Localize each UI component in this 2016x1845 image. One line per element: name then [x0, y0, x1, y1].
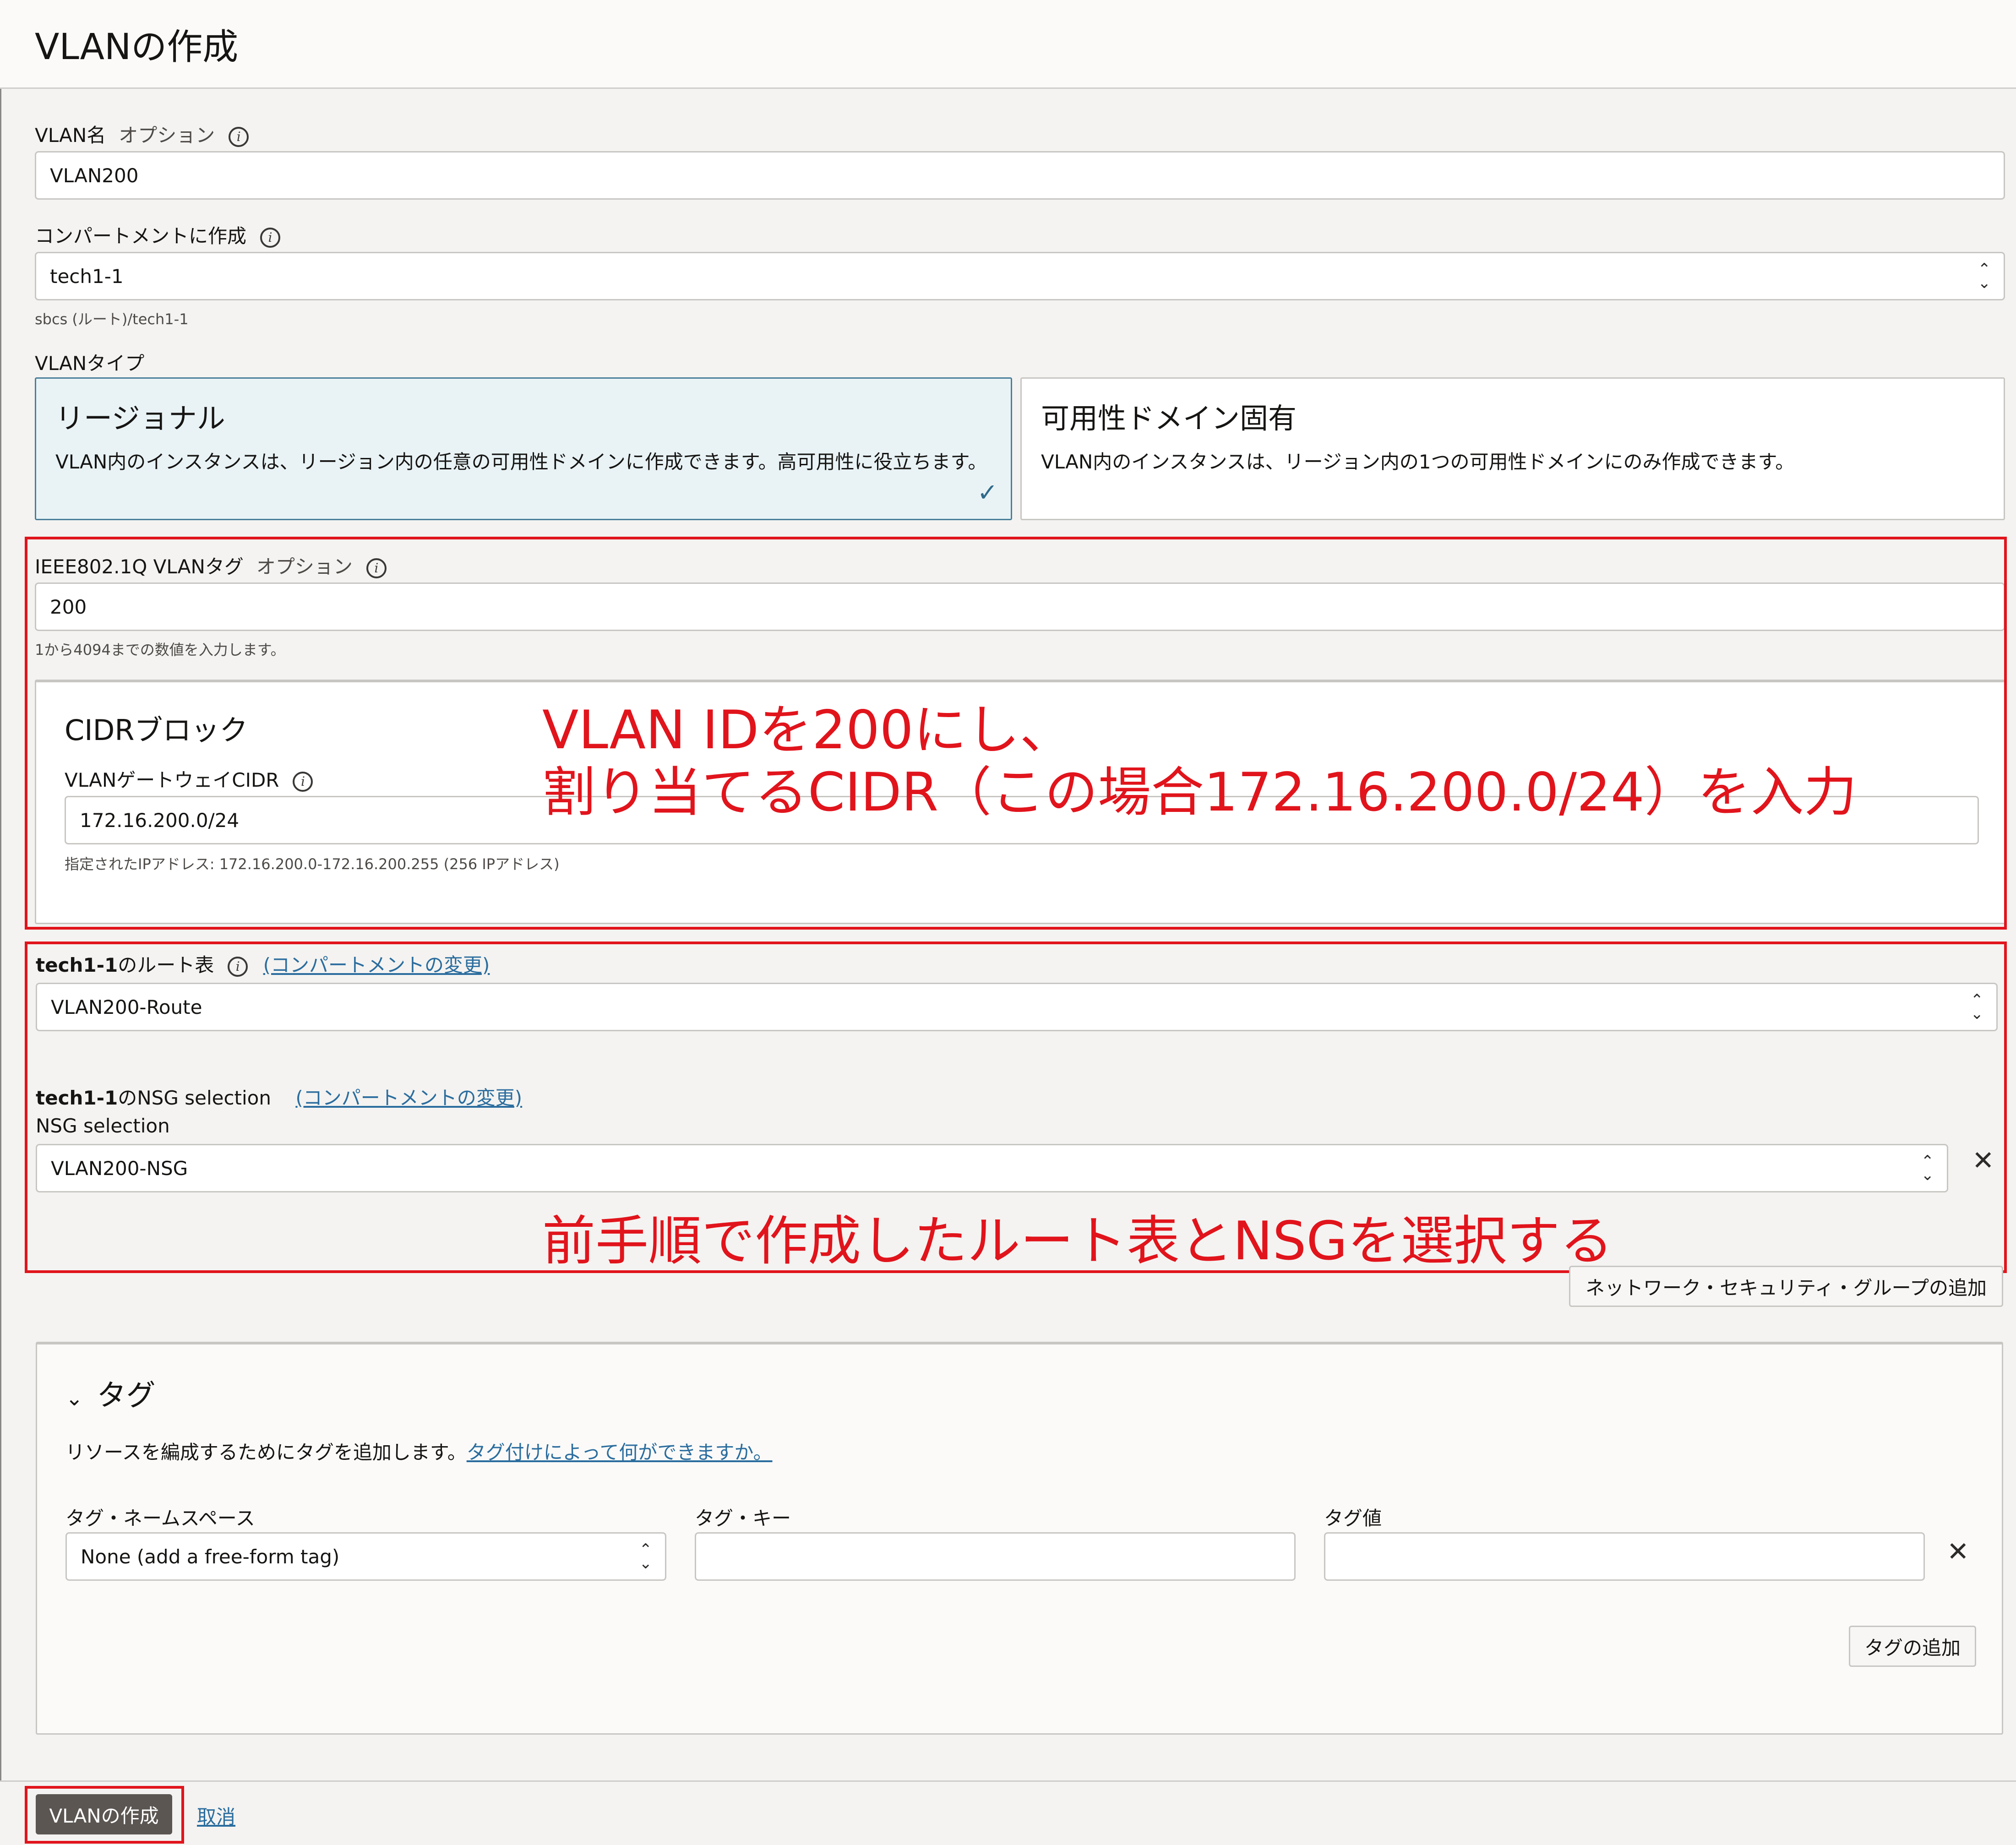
- updown-arrows-icon: ⌃ ⌄: [639, 1540, 653, 1573]
- tags-heading: タグ: [97, 1379, 156, 1413]
- tags-description: リソースを編成するためにタグを追加します。: [65, 1441, 467, 1464]
- vlan-name-input[interactable]: VLAN200: [35, 151, 2005, 200]
- tags-header[interactable]: ⌄ タグ: [65, 1372, 156, 1414]
- chevron-down-icon: ⌄: [65, 1386, 83, 1410]
- tags-description-row: リソースを編成するためにタグを追加します。タグ付けによって何ができますか。: [65, 1437, 773, 1465]
- close-icon[interactable]: ✕: [1947, 1536, 1969, 1567]
- cancel-link[interactable]: 取消: [197, 1801, 235, 1829]
- page-title: VLANの作成: [35, 27, 239, 68]
- compartment-label-row: コンパートメントに作成 i: [35, 221, 281, 249]
- tag-value-label: タグ値: [1324, 1507, 1382, 1529]
- vlan-type-ad-specific-card[interactable]: 可用性ドメイン固有 VLAN内のインスタンスは、リージョン内の1つの可用性ドメイ…: [1020, 377, 2005, 520]
- compartment-path: sbcs (ルート)/tech1-1: [35, 310, 189, 328]
- checkmark-icon: ✓: [977, 478, 998, 507]
- tag-value-input[interactable]: [1324, 1532, 1925, 1581]
- add-nsg-button[interactable]: ネットワーク・セキュリティ・グループの追加: [1569, 1266, 2003, 1307]
- tags-help-link[interactable]: タグ付けによって何ができますか。: [467, 1441, 773, 1464]
- tag-key-label: タグ・キー: [695, 1507, 791, 1529]
- tag-namespace-label: タグ・ネームスペース: [65, 1507, 255, 1529]
- vlan-name-label: VLAN名: [35, 124, 106, 147]
- updown-arrows-icon: ⌃ ⌄: [1978, 260, 1991, 292]
- vlan-type-label: VLANタイプ: [35, 352, 145, 375]
- vlan-type-regional-card[interactable]: リージョナル VLAN内のインスタンスは、リージョン内の任意の可用性ドメインに作…: [35, 377, 1012, 520]
- page-footer: [0, 1780, 2016, 1845]
- info-icon[interactable]: i: [229, 126, 249, 147]
- create-vlan-button[interactable]: VLANの作成: [36, 1794, 172, 1834]
- info-icon[interactable]: i: [260, 227, 281, 248]
- vlan-create-page: VLANの作成 VLAN名 オプション i VLAN200 コンパートメントに作成 i…: [0, 0, 2016, 1845]
- tag-namespace-value: None (add a free-form tag): [81, 1545, 340, 1568]
- card-description: VLAN内のインスタンスは、リージョン内の1つの可用性ドメインにのみ作成できます…: [1041, 451, 1795, 473]
- vlan-name-label-row: VLAN名 オプション i: [35, 120, 249, 148]
- compartment-label: コンパートメントに作成: [35, 225, 247, 247]
- card-title: 可用性ドメイン固有: [1041, 402, 1297, 435]
- window-border: [0, 0, 1, 1845]
- card-description: VLAN内のインスタンスは、リージョン内の任意の可用性ドメインに作成できます。高…: [55, 451, 987, 473]
- annotation-route-nsg: 前手順で作成したルート表とNSGを選択する: [542, 1210, 1613, 1272]
- annotation-cidr: 割り当てるCIDR（この場合172.16.200.0/24）を入力: [542, 762, 1857, 823]
- tag-namespace-select[interactable]: None (add a free-form tag) ⌃ ⌄: [65, 1532, 666, 1581]
- card-title: リージョナル: [55, 402, 225, 435]
- add-tag-button[interactable]: タグの追加: [1849, 1626, 1976, 1667]
- tag-key-input[interactable]: [695, 1532, 1296, 1581]
- tags-panel: ⌄ タグ リソースを編成するためにタグを追加します。タグ付けによって何ができますか…: [36, 1342, 2003, 1735]
- optional-text: オプション: [119, 124, 215, 147]
- compartment-value: tech1-1: [50, 265, 124, 288]
- compartment-select[interactable]: tech1-1 ⌃ ⌄: [35, 252, 2005, 300]
- page-header: VLANの作成: [0, 0, 2016, 89]
- vlan-name-value: VLAN200: [50, 164, 139, 187]
